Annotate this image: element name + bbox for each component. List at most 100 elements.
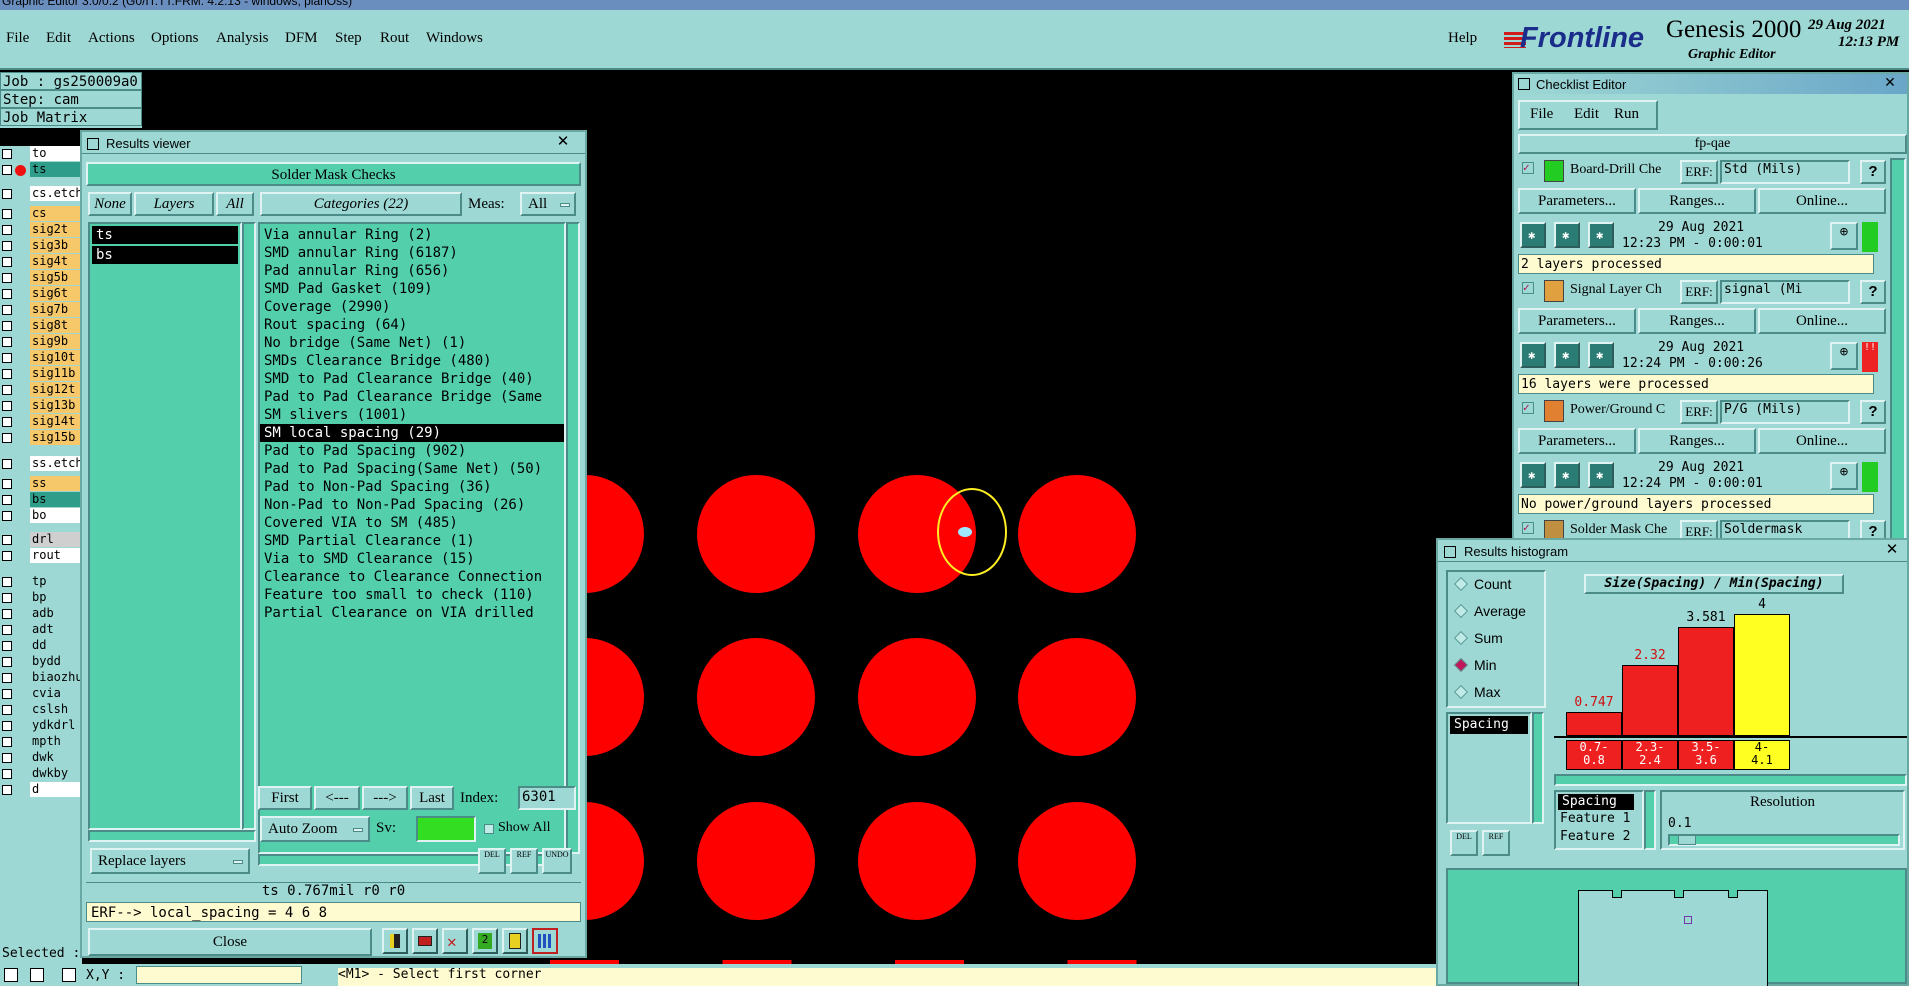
category-item[interactable]: SMD annular Ring (6187) [260,244,564,262]
index-input[interactable]: 6301 [518,786,576,810]
check-mark-icon[interactable]: ✓ [1522,282,1534,294]
radio-min[interactable]: Min [1453,657,1497,673]
category-item[interactable]: Rout spacing (64) [260,316,564,334]
field-item[interactable]: Spacing [1558,794,1634,810]
checklist-menu-file[interactable]: File [1530,106,1553,123]
ranges-button[interactable]: Ranges... [1638,428,1756,454]
radio-count[interactable]: Count [1453,576,1511,592]
menu-step[interactable]: Step [335,30,362,47]
replace-layers-dropdown[interactable]: Replace layers [90,848,250,874]
layer-checkbox[interactable] [2,641,12,651]
status-icon[interactable] [62,968,76,982]
layer-row[interactable]: rout [0,548,82,564]
layers-hscrollbar[interactable] [88,830,256,842]
layer-checkbox[interactable] [2,241,12,251]
category-item[interactable]: Pad to Pad Clearance Bridge (Same [260,388,564,406]
report-icon[interactable] [502,928,528,954]
layer-checkbox[interactable] [2,705,12,715]
histogram-bin-label[interactable]: 4- 4.1 [1734,740,1790,770]
prev-button[interactable]: <--- [314,786,360,810]
layer-checkbox[interactable] [2,593,12,603]
erf-button[interactable]: ERF: [1680,160,1718,184]
run-icon[interactable]: ✱ [1554,342,1580,368]
layer-row[interactable]: sig5b [0,270,82,286]
undo-button[interactable]: UNDO [542,848,572,874]
category-item[interactable]: No bridge (Same Net) (1) [260,334,564,352]
radio-average[interactable]: Average [1453,603,1526,619]
zoom-icon[interactable]: ⊕ [1830,342,1858,370]
histogram-bar[interactable] [1734,614,1790,736]
ref-button[interactable]: REF [510,848,538,874]
layer-row[interactable]: cs [0,206,82,222]
action-name[interactable]: Signal Layer Ch [1570,282,1680,298]
action-name[interactable]: Board-Drill Che [1570,162,1680,178]
layer-row[interactable]: bo [0,508,82,524]
layer-row[interactable]: sig9b [0,334,82,350]
layer-row[interactable]: sig10t [0,350,82,366]
layer-row[interactable]: sig12t [0,382,82,398]
run-icon[interactable]: ✱ [1588,462,1614,488]
layer-row[interactable]: drl [0,532,82,548]
category-item[interactable]: Covered VIA to SM (485) [260,514,564,532]
action-header[interactable]: ✓ Signal Layer Ch ERF: signal (Mi? [1518,278,1888,306]
checklist-menu-run[interactable]: Run [1614,106,1639,123]
field-item[interactable]: Feature 1 [1556,810,1642,828]
layer-row[interactable]: bs [0,492,82,508]
status-icon[interactable] [30,968,44,982]
run-icon[interactable]: ✱ [1520,342,1546,368]
menu-windows[interactable]: Windows [426,30,483,47]
layers-button[interactable]: Layers [134,192,214,216]
layer-checkbox[interactable] [2,369,12,379]
status-icon[interactable] [4,968,18,982]
layer-checkbox[interactable] [2,657,12,667]
layer-row[interactable]: mpth [0,734,82,750]
layer-row[interactable]: to [0,146,82,162]
layer-row[interactable]: bp [0,590,82,606]
layer-checkbox[interactable] [2,459,12,469]
run-icon[interactable]: ✱ [1554,462,1580,488]
online-button[interactable]: Online... [1758,428,1886,454]
xy-input[interactable] [136,966,302,984]
layer-row[interactable]: ts [0,162,82,178]
all-layers-button[interactable]: All [216,192,254,216]
category-item[interactable]: Non-Pad to Non-Pad Spacing (26) [260,496,564,514]
next-button[interactable]: ---> [362,786,408,810]
category-item[interactable]: Feature too small to check (110) [260,586,564,604]
layer-row[interactable]: adt [0,622,82,638]
layer-checkbox[interactable] [2,785,12,795]
resolution-slider[interactable] [1668,834,1900,846]
category-item[interactable]: SMDs Clearance Bridge (480) [260,352,564,370]
layer-item-ts[interactable]: ts [92,226,238,244]
histogram-bar[interactable] [1678,627,1734,736]
check-mark-icon[interactable]: ✓ [1522,402,1534,414]
radio-sum[interactable]: Sum [1453,630,1503,646]
layer-row[interactable]: sig6t [0,286,82,302]
close-icon[interactable]: ✕ [1878,540,1906,558]
layer-checkbox[interactable] [2,433,12,443]
menu-help[interactable]: Help [1448,30,1477,47]
layer-row[interactable]: cvia [0,686,82,702]
checklist-menu-edit[interactable]: Edit [1574,106,1599,123]
category-item[interactable]: Coverage (2990) [260,298,564,316]
category-item[interactable]: SMD Pad Gasket (109) [260,280,564,298]
histogram-bin-label[interactable]: 2.3- 2.4 [1622,740,1678,770]
layer-row[interactable]: adb [0,606,82,622]
histogram-bin-label[interactable]: 3.5- 3.6 [1678,740,1734,770]
action-header[interactable]: ✓ Power/Ground C ERF: P/G (Mils)? [1518,398,1888,426]
erf-value[interactable]: Std (Mils) [1720,160,1850,184]
menu-options[interactable]: Options [151,30,199,47]
layer-checkbox[interactable] [2,535,12,545]
layer-row[interactable]: sig4t [0,254,82,270]
histogram-bar[interactable] [1622,665,1678,736]
close-icon[interactable]: ✕ [548,132,578,152]
help-icon[interactable]: ? [1860,160,1886,184]
layer-checkbox[interactable] [2,737,12,747]
category-item[interactable]: Clearance to Clearance Connection [260,568,564,586]
zoom-icon[interactable]: ⊕ [1830,222,1858,250]
menu-dfm[interactable]: DFM [285,30,318,47]
online-button[interactable]: Online... [1758,188,1886,214]
first-button[interactable]: First [258,786,312,810]
layer-checkbox[interactable] [2,149,12,159]
layer-row[interactable]: sig3b [0,238,82,254]
check-mark-icon[interactable]: ✓ [1522,522,1534,534]
